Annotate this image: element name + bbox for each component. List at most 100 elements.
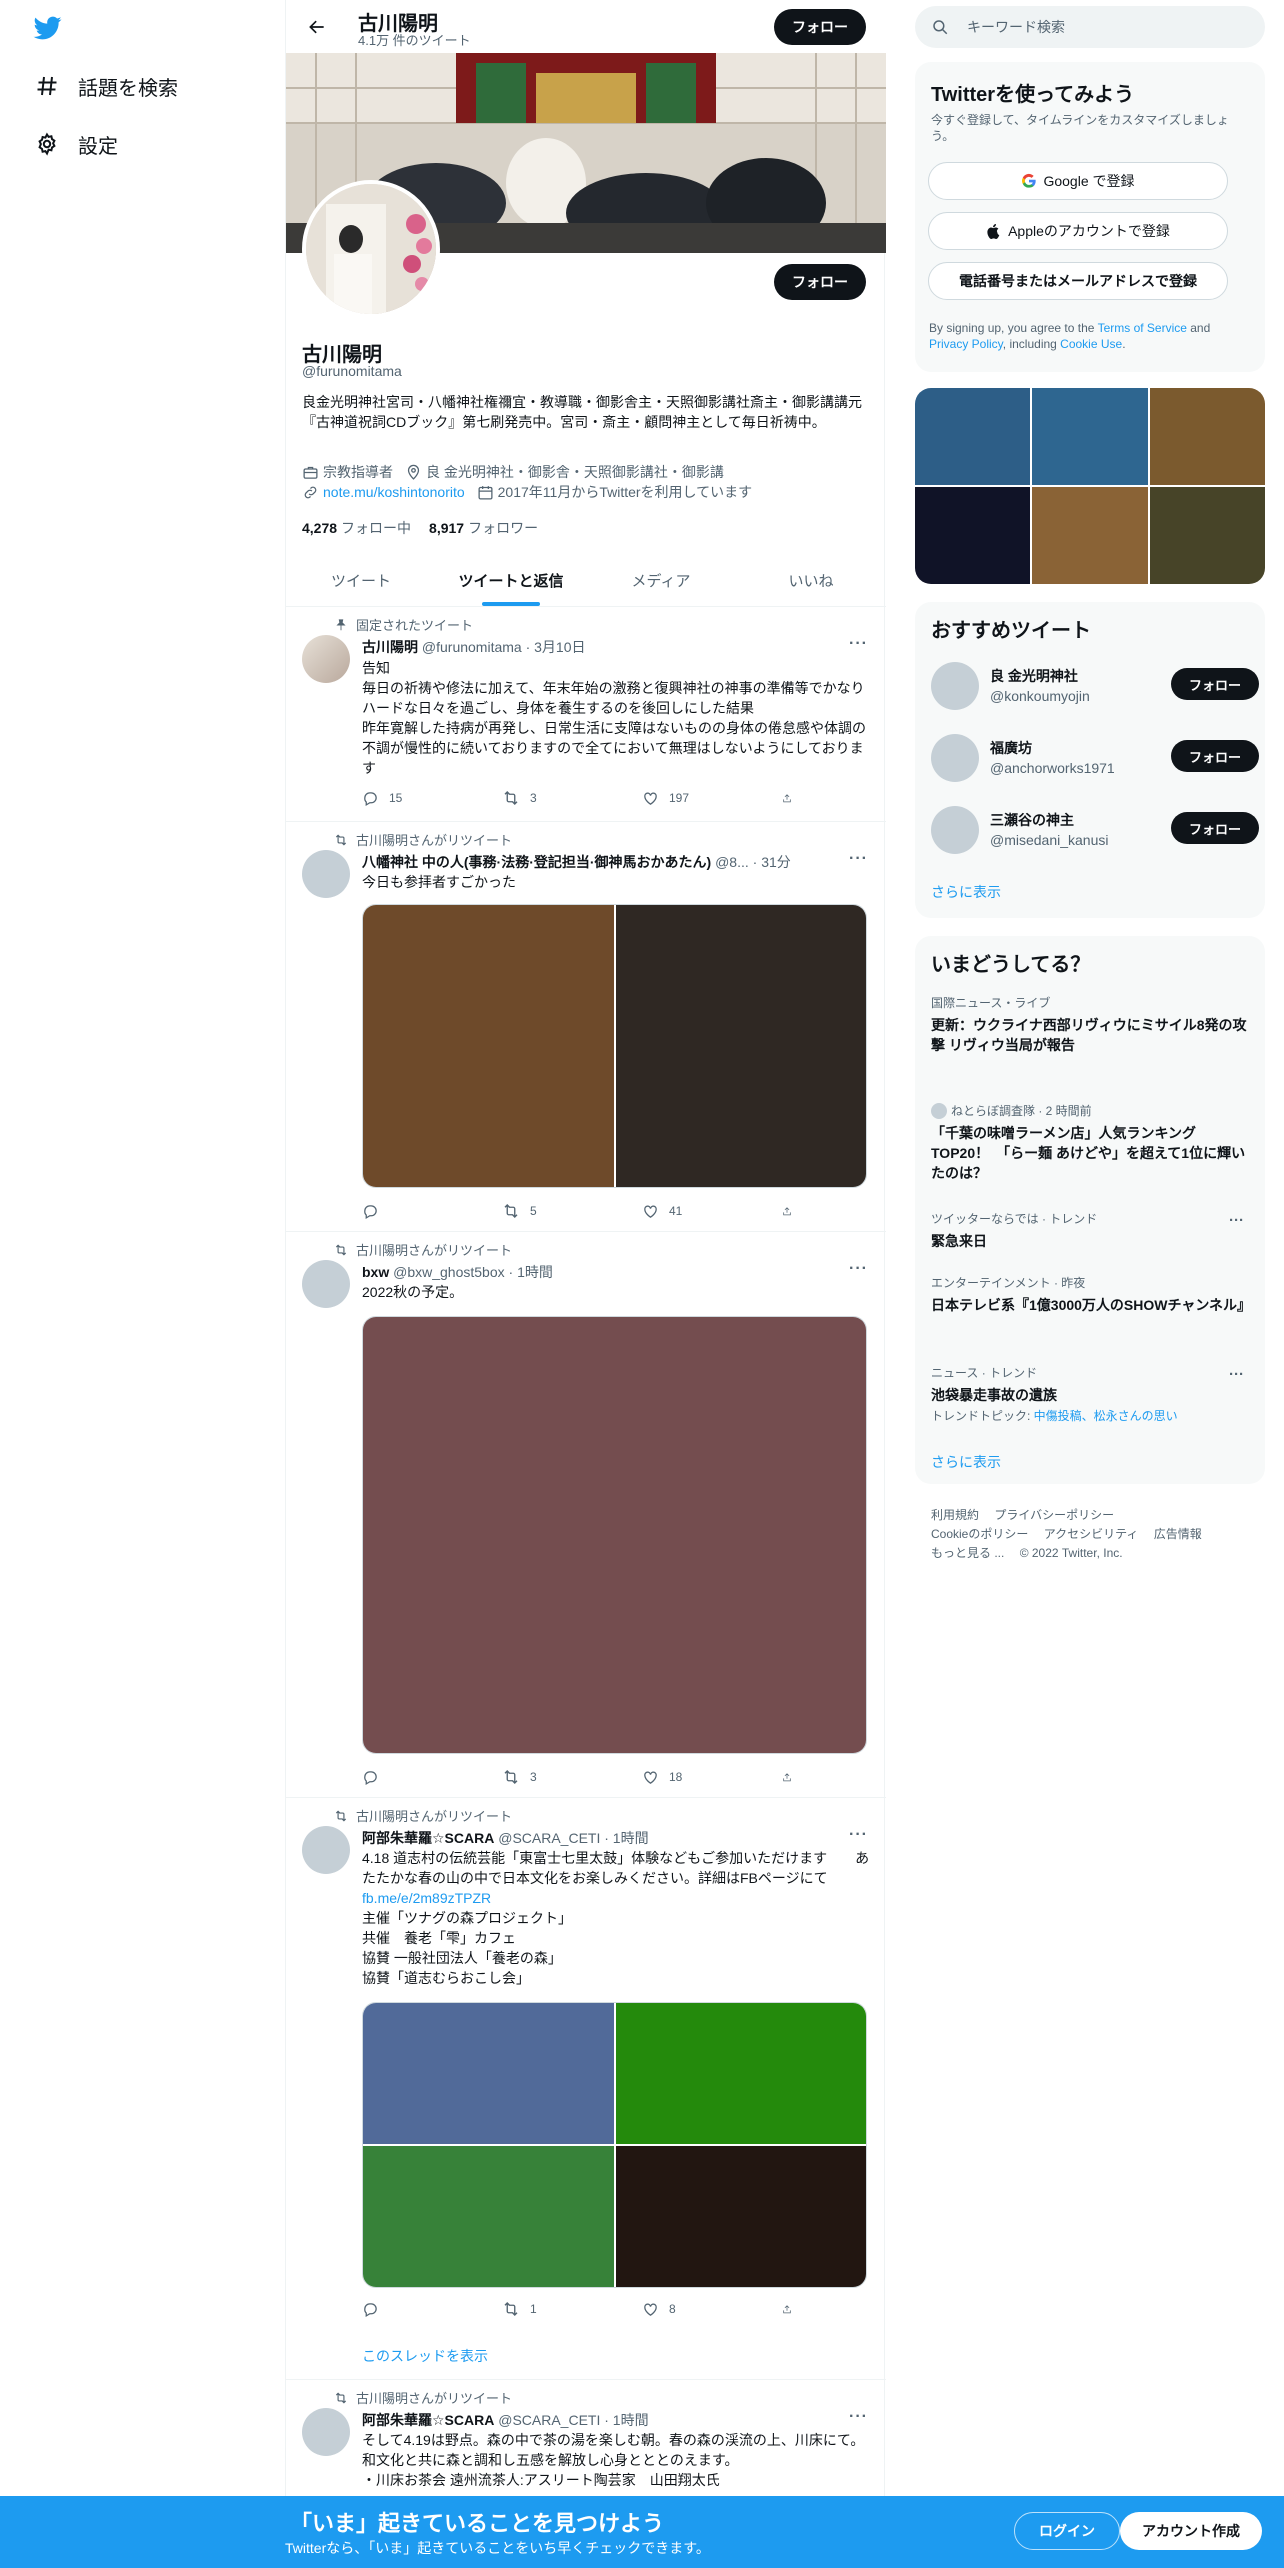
signup-button[interactable]: アカウント作成	[1120, 2512, 1262, 2550]
profile-follow-button[interactable]: フォロー	[774, 264, 866, 300]
more-icon[interactable]: ···	[1229, 1212, 1244, 1229]
tweet-media[interactable]	[362, 904, 867, 1188]
footer-link[interactable]: プライバシーポリシー	[994, 1508, 1114, 1522]
trend-item[interactable]: 国際ニュース・ライブ 更新：ウクライナ西部リヴィウにミサイル8発の攻撃 リヴィウ…	[931, 994, 1251, 1055]
author-handle[interactable]: @furunomitama · 3月10日	[422, 639, 586, 655]
reply-button[interactable]: 15	[362, 789, 462, 807]
search-bar[interactable]: キーワード検索	[915, 6, 1265, 48]
trend-item[interactable]: ツイッターならでは · トレンド 緊急来日	[931, 1210, 1251, 1251]
footer-link[interactable]: アクセシビリティ	[1044, 1527, 1139, 1541]
profile-website[interactable]: note.mu/koshintonorito	[302, 484, 465, 501]
media-thumbnail[interactable]	[1149, 388, 1265, 485]
tweet-media[interactable]	[362, 1316, 867, 1754]
media-image[interactable]	[363, 2003, 614, 2144]
like-button[interactable]: 41	[642, 1202, 742, 1220]
tweet[interactable]: 固定されたツイート 古川陽明 @furunomitama · 3月10日 ···…	[286, 607, 886, 822]
author-handle[interactable]: @SCARA_CETI · 1時間	[498, 2412, 648, 2428]
media-image[interactable]	[363, 905, 614, 1187]
terms-link[interactable]: Terms of Service	[1098, 321, 1187, 335]
header-follow-button[interactable]: フォロー	[774, 9, 866, 45]
retweet-button[interactable]: 5	[502, 1202, 602, 1220]
author-name[interactable]: bxw	[362, 1264, 389, 1280]
phone-email-signup-button[interactable]: 電話番号またはメールアドレスで登録	[928, 262, 1228, 300]
footer-link[interactable]: 広告情報	[1154, 1527, 1202, 1541]
footer-link[interactable]: 利用規約	[931, 1508, 979, 1522]
avatar[interactable]	[302, 1826, 350, 1874]
recommended-user[interactable]: 福廣坊 @anchorworks1971 フォロー	[931, 732, 1259, 788]
retweet-button[interactable]: 3	[502, 789, 602, 807]
avatar[interactable]	[302, 635, 350, 683]
author-handle[interactable]: @bxw_ghost5box · 1時間	[393, 1264, 553, 1280]
retweet-button[interactable]: 3	[502, 1768, 602, 1786]
footer-link[interactable]: Cookieのポリシー	[931, 1527, 1028, 1541]
share-button[interactable]	[782, 789, 802, 807]
follow-button[interactable]: フォロー	[1171, 668, 1259, 700]
avatar[interactable]	[302, 850, 350, 898]
media-image[interactable]	[615, 2146, 866, 2287]
retweet-button[interactable]: 1	[502, 2300, 602, 2318]
author-handle[interactable]: @8... · 31分	[715, 854, 791, 870]
followers-link[interactable]: 8,917 フォロワー	[429, 518, 538, 538]
tweet-link[interactable]: fb.me/e/2m89zTPZR	[362, 1890, 491, 1906]
trend-item[interactable]: ニュース · トレンド 池袋暴走事故の遺族 トレンドトピック: 中傷投稿、松永さ…	[931, 1364, 1251, 1424]
media-image[interactable]	[615, 2003, 866, 2144]
login-button[interactable]: ログイン	[1014, 2512, 1120, 2550]
trend-item[interactable]: ねとらぼ調査隊 · 2 時間前 「千葉の味噌ラーメン店」人気ランキングTOP20…	[931, 1102, 1251, 1183]
media-thumbnail[interactable]	[915, 388, 1031, 485]
author-name[interactable]: 古川陽明	[362, 639, 418, 655]
who-to-follow-more-link[interactable]: さらに表示	[931, 882, 1001, 902]
trends-more-link[interactable]: さらに表示	[931, 1452, 1001, 1472]
twitter-logo-icon[interactable]	[32, 14, 64, 42]
more-icon[interactable]: ···	[849, 850, 868, 868]
media-image[interactable]	[363, 2146, 614, 2287]
tab-media[interactable]: メディア	[586, 554, 736, 606]
like-button[interactable]: 197	[642, 789, 742, 807]
google-signup-button[interactable]: Google で登録	[928, 162, 1228, 200]
footer-link[interactable]: もっと見る ...	[931, 1546, 1004, 1560]
more-icon[interactable]: ···	[849, 1826, 868, 1844]
more-icon[interactable]: ···	[849, 1260, 868, 1278]
media-image[interactable]	[615, 905, 866, 1187]
media-thumbnail[interactable]	[1032, 388, 1148, 485]
share-button[interactable]	[782, 1768, 802, 1786]
apple-signup-button[interactable]: Appleのアカウントで登録	[928, 212, 1228, 250]
more-icon[interactable]: ···	[849, 2408, 868, 2426]
more-icon[interactable]: ···	[1229, 1366, 1244, 1383]
avatar[interactable]	[302, 2408, 350, 2456]
media-thumbnail[interactable]	[915, 487, 1031, 584]
media-thumbnail[interactable]	[1149, 487, 1265, 584]
tweet[interactable]: 古川陽明さんがリツイート 八幡神社 中の人(事務·法務·登記担当·御神馬おかあた…	[286, 822, 886, 1232]
media-image[interactable]	[363, 1317, 866, 1753]
author-handle[interactable]: @SCARA_CETI · 1時間	[498, 1830, 648, 1846]
search-input[interactable]: キーワード検索	[967, 17, 1065, 37]
more-icon[interactable]: ···	[849, 635, 868, 653]
trend-item[interactable]: エンターテインメント · 昨夜 日本テレビ系『1億3000万人のSHOWチャンネ…	[931, 1274, 1251, 1315]
like-button[interactable]: 18	[642, 1768, 742, 1786]
nav-explore[interactable]: 話題を検索	[34, 66, 178, 106]
share-button[interactable]	[782, 1202, 802, 1220]
profile-avatar[interactable]	[302, 180, 440, 318]
tweet[interactable]: 古川陽明さんがリツイート bxw @bxw_ghost5box · 1時間 ··…	[286, 1232, 886, 1798]
author-name[interactable]: 阿部朱華羅☆SCARA	[362, 1830, 494, 1846]
tweet[interactable]: 古川陽明さんがリツイート 阿部朱華羅☆SCARA @SCARA_CETI · 1…	[286, 1798, 886, 2380]
tweet-media[interactable]	[362, 2002, 867, 2288]
avatar[interactable]	[931, 734, 979, 782]
cookie-link[interactable]: Cookie Use	[1060, 337, 1122, 351]
follow-button[interactable]: フォロー	[1171, 812, 1259, 844]
avatar[interactable]	[302, 1260, 350, 1308]
follow-button[interactable]: フォロー	[1171, 740, 1259, 772]
like-button[interactable]: 8	[642, 2300, 742, 2318]
show-thread-link[interactable]: このスレッドを表示	[362, 2346, 488, 2366]
share-button[interactable]	[782, 2300, 802, 2318]
media-thumbnail[interactable]	[1032, 487, 1148, 584]
nav-settings[interactable]: 設定	[34, 124, 118, 164]
avatar[interactable]	[931, 662, 979, 710]
privacy-link[interactable]: Privacy Policy	[929, 337, 1003, 351]
tab-tweets[interactable]: ツイート	[286, 554, 436, 606]
tab-tweets-and-replies[interactable]: ツイートと返信	[436, 554, 586, 606]
reply-button[interactable]	[362, 1768, 462, 1786]
recommended-user[interactable]: 良 金光明神社 @konkoumyojin フォロー	[931, 660, 1259, 716]
back-arrow-icon[interactable]	[300, 10, 334, 44]
tab-likes[interactable]: いいね	[736, 554, 886, 606]
reply-button[interactable]	[362, 1202, 462, 1220]
